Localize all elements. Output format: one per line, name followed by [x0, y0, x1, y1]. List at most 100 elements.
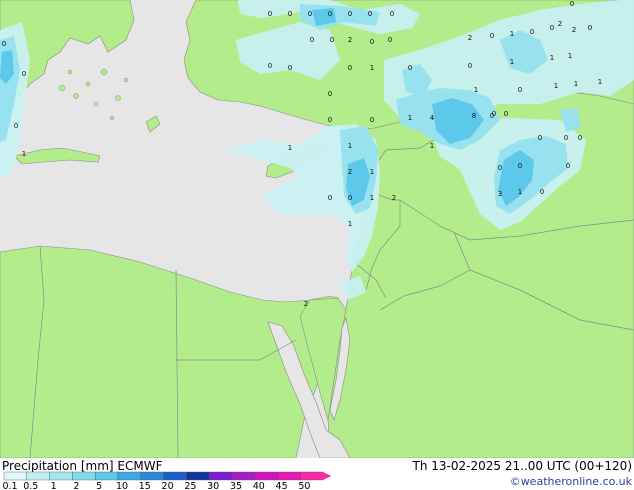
precip-value-label: 2	[572, 26, 576, 34]
scale-label: 45	[276, 481, 288, 490]
precip-value-label: 0	[530, 28, 534, 36]
precip-value-label: 2	[468, 34, 472, 42]
scale-swatch	[254, 471, 278, 481]
precip-value-label: 2	[348, 168, 352, 176]
precip-value-label: 1	[510, 30, 514, 38]
precip-value-label: 1	[518, 188, 522, 196]
precip-value-label: 0	[578, 134, 582, 142]
precip-value-label: 0	[288, 10, 292, 18]
scale-swatch	[3, 471, 27, 481]
precip-value-label: 0	[408, 64, 412, 72]
precip-value-label: 0	[310, 36, 314, 44]
precip-value-label: 0	[518, 86, 522, 94]
scale-label: 35	[230, 481, 242, 490]
precipitation-map: 0 0 0 0 0 0 0 0 0 0 2 0 0 0 0 0 2 0 1 0 0 2 0 0 0 1 0 1 1 1 1 1 1 0 1 0 0 1 1 4…	[0, 0, 634, 458]
precip-value-label: 1	[550, 54, 554, 62]
precip-value-label: 1	[288, 144, 292, 152]
scale-swatch	[208, 471, 233, 481]
precip-value-label: 0	[504, 110, 508, 118]
scale-label: 30	[207, 481, 219, 490]
precip-value-label: 1	[408, 114, 412, 122]
precip-value-label: 0	[348, 10, 352, 18]
precip-value-label: 1	[370, 64, 374, 72]
precip-value-label: 0	[388, 36, 392, 44]
scale-label: 1	[51, 481, 57, 490]
precip-value-label: 0	[288, 64, 292, 72]
precip-value-label: 1	[598, 78, 602, 86]
valid-time: Th 13-02-2025 21..00 UTC (00+120)	[412, 459, 632, 473]
scale-label: 5	[96, 481, 102, 490]
precip-value-label: 0	[564, 134, 568, 142]
precip-value-label: 0	[468, 62, 472, 70]
scale-label: 20	[162, 481, 174, 490]
precip-value-label: 2	[558, 20, 562, 28]
precip-value-label: 0	[348, 194, 352, 202]
scale-label: 0.1	[2, 481, 17, 490]
precip-value-label: 2	[392, 194, 396, 202]
precip-value-label: 0	[268, 62, 272, 70]
precip-value-label: 1	[22, 150, 26, 158]
precip-value-label: 0	[588, 24, 592, 32]
scale-swatch	[94, 471, 119, 481]
precip-value-label: 0	[348, 64, 352, 72]
precip-value-label: 0	[22, 70, 26, 78]
precip-value-label: 1	[370, 168, 374, 176]
precip-value-label: 0	[2, 40, 6, 48]
scale-arrow	[323, 472, 332, 480]
precip-value-label: 2	[348, 36, 352, 44]
precip-value-label: 8	[472, 112, 476, 120]
precip-value-label: 0	[566, 162, 570, 170]
precip-value-label: 0	[490, 32, 494, 40]
precip-value-label: 0	[518, 162, 522, 170]
scale-label: 15	[139, 481, 151, 490]
precip-value-label: 0	[498, 164, 502, 172]
precip-value-label: 2	[304, 300, 308, 308]
precip-value-label: 0	[328, 10, 332, 18]
precip-value-label: 0	[308, 10, 312, 18]
scale-swatch	[300, 471, 324, 481]
scale-swatch	[186, 471, 210, 481]
scale-swatch	[140, 471, 164, 481]
scale-swatch	[117, 471, 141, 481]
scale-label: 25	[184, 481, 196, 490]
precip-value-label: 0	[370, 38, 374, 46]
precip-value-label: 1	[348, 220, 352, 228]
precip-value-label: 0	[330, 36, 334, 44]
precip-value-label: 0	[538, 134, 542, 142]
precip-value-label: 1	[370, 194, 374, 202]
precip-value-label: 1	[430, 142, 434, 150]
precip-value-label: 1	[348, 142, 352, 150]
precip-value-label: 0	[328, 90, 332, 98]
precip-value-label: 3	[498, 190, 502, 198]
scale-label: 10	[116, 481, 128, 490]
precip-value-label: 1	[510, 58, 514, 66]
precip-value-label: 1	[474, 86, 478, 94]
scale-swatch	[49, 471, 73, 481]
precip-value-label: 0	[328, 194, 332, 202]
precip-value-label: 0	[14, 122, 18, 130]
scale-label: 0.5	[23, 481, 38, 490]
precip-value-label: 0	[570, 0, 574, 8]
precip-value-label: 0	[268, 10, 272, 18]
precip-value-label: 1	[574, 80, 578, 88]
precip-value-label: 0	[370, 116, 374, 124]
scale-label: 2	[73, 481, 79, 490]
precip-value-label: 0	[490, 112, 494, 120]
precip-value-label: 0	[390, 10, 394, 18]
scale-swatch	[26, 471, 50, 481]
precip-value-label: 0	[328, 116, 332, 124]
precip-value-label: 0	[368, 10, 372, 18]
precip-value-label: 0	[540, 188, 544, 196]
color-scale: 0.1 0.5 1 2 5 10 15 20 25 30 35 40 45 50	[2, 471, 332, 490]
scale-label: 50	[298, 481, 310, 490]
scale-swatch	[163, 471, 187, 481]
precip-value-label: 1	[554, 82, 558, 90]
precip-value-label: 4	[430, 114, 435, 122]
scale-swatch	[277, 471, 301, 481]
scale-swatch	[72, 471, 96, 481]
scale-label: 40	[253, 481, 265, 490]
precip-value-label: 0	[550, 24, 554, 32]
precip-value-label: 1	[568, 52, 572, 60]
scale-swatch	[231, 471, 255, 481]
credit-link[interactable]: ©weatheronline.co.uk	[510, 475, 632, 488]
